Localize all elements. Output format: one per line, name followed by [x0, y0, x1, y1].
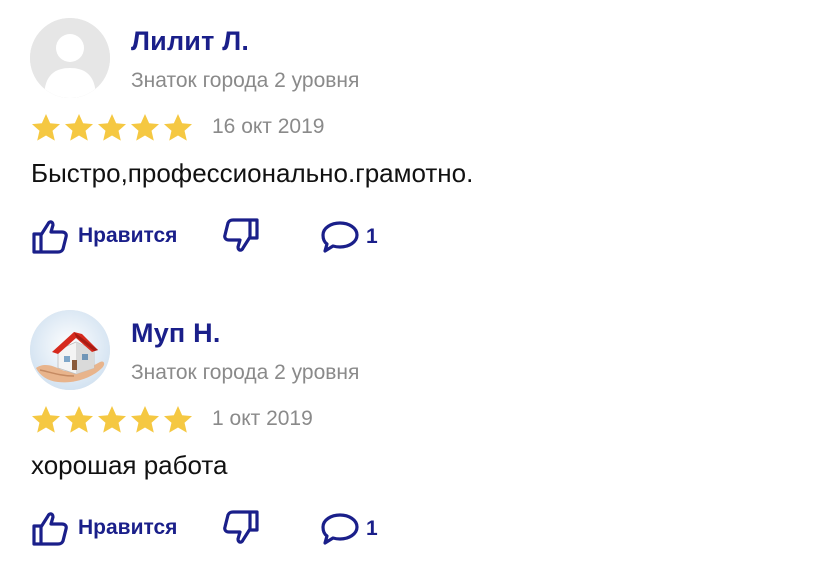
- star-icon: [65, 114, 93, 141]
- avatar[interactable]: [30, 310, 110, 390]
- rating-stars: [30, 112, 194, 144]
- comments-button[interactable]: 1: [318, 510, 378, 548]
- review-card: Муп Н. Знаток города 2 уровня 1 окт 2019…: [0, 292, 828, 582]
- thumbs-down-icon: [223, 218, 259, 252]
- comment-icon: [321, 513, 359, 545]
- review-text: Быстро,профессионально.грамотно.: [31, 158, 474, 188]
- like-button[interactable]: Нравится: [30, 508, 177, 548]
- dislike-button[interactable]: [216, 216, 260, 256]
- star-icon: [98, 406, 126, 433]
- dislike-button[interactable]: [216, 508, 260, 548]
- thumbs-up-icon: [32, 512, 68, 546]
- comment-count: 1: [366, 225, 378, 248]
- review-date: 16 окт 2019: [212, 115, 325, 138]
- star-icon: [131, 114, 159, 141]
- thumbs-up-icon: [32, 220, 68, 254]
- review-text: хорошая работа: [31, 450, 228, 480]
- comment-icon: [321, 221, 359, 253]
- rating-stars: [30, 404, 194, 436]
- like-button[interactable]: Нравится: [30, 216, 177, 256]
- review-actions: Нравится 1: [0, 212, 828, 258]
- star-icon: [32, 406, 60, 433]
- like-label: Нравится: [78, 516, 178, 539]
- author-name[interactable]: Муп Н.: [131, 318, 221, 349]
- house-in-hands-icon: [30, 310, 110, 390]
- thumbs-down-icon: [223, 510, 259, 544]
- avatar[interactable]: [30, 18, 110, 98]
- author-level: Знаток города 2 уровня: [131, 69, 360, 92]
- star-icon: [164, 406, 192, 433]
- comments-button[interactable]: 1: [318, 218, 378, 256]
- star-icon: [131, 406, 159, 433]
- default-user-avatar-icon: [30, 18, 110, 98]
- review-card: Лилит Л. Знаток города 2 уровня 16 окт 2…: [0, 0, 828, 290]
- author-level: Знаток города 2 уровня: [131, 361, 360, 384]
- star-icon: [32, 114, 60, 141]
- star-icon: [98, 114, 126, 141]
- like-label: Нравится: [78, 224, 178, 247]
- review-actions: Нравится 1: [0, 504, 828, 550]
- star-icon: [65, 406, 93, 433]
- author-name[interactable]: Лилит Л.: [131, 26, 249, 57]
- star-icon: [164, 114, 192, 141]
- comment-count: 1: [366, 517, 378, 540]
- review-date: 1 окт 2019: [212, 407, 313, 430]
